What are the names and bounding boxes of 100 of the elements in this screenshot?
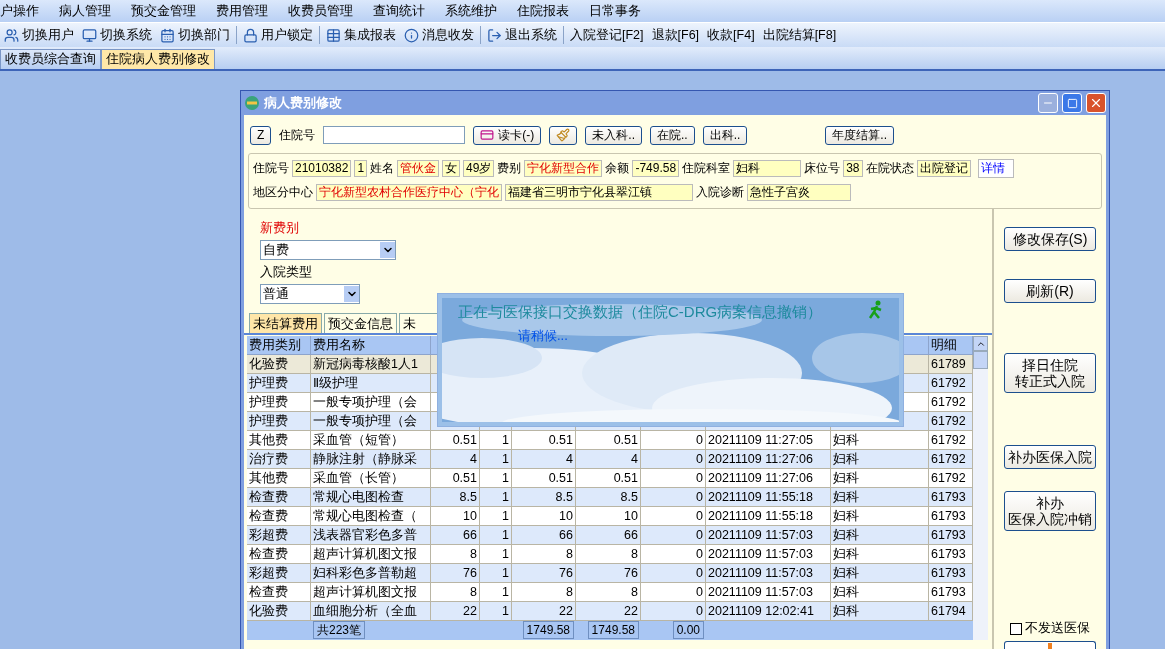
tab[interactable]: 预交金信息 [324, 313, 397, 333]
table-cell: 彩超费 [247, 564, 311, 583]
toolbar-button[interactable]: 消息收发 [400, 24, 478, 46]
value-field: 宁化新型农村合作医疗中心（宁化 [316, 184, 502, 201]
menu-item[interactable]: 住院报表 [507, 2, 579, 20]
table-cell: 采血管（长管） [311, 469, 431, 488]
table-cell: 20211109 11:57:03 [706, 545, 831, 564]
read-card-button[interactable]: 读卡(-) [473, 125, 542, 145]
filter-button[interactable]: 未入科.. [585, 125, 642, 145]
table-cell: 妇科 [831, 583, 929, 602]
toolbar-button[interactable]: 切换系统 [78, 24, 156, 46]
column-header[interactable]: 明细 [929, 336, 973, 355]
z-button[interactable]: Z [250, 125, 272, 145]
document-tab[interactable]: 住院病人费别修改 [101, 49, 215, 69]
toolbar-button[interactable]: 集成报表 [322, 24, 400, 46]
maximize-icon [1066, 97, 1078, 109]
table-cell: 检查费 [247, 545, 311, 564]
action-button[interactable]: 择日住院 转正式入院 [1004, 353, 1096, 393]
table-cell: 61792 [929, 374, 973, 393]
action-button[interactable]: 补办 医保入院冲销 [1004, 491, 1096, 531]
table-cell: 0 [641, 583, 706, 602]
filter-button[interactable]: 出科.. [702, 125, 748, 145]
table-cell: 0 [641, 450, 706, 469]
progress-message: 正在与医保接口交换数据（住院C-DRG病案信息撤销） [458, 303, 823, 322]
column-header[interactable]: 费用名称 [311, 336, 431, 355]
action-button[interactable]: 刷新(R) [1004, 279, 1096, 303]
value-field: 管伙金 [397, 160, 440, 177]
table-cell: 0.51 [431, 431, 480, 450]
details-link[interactable]: 详情 [977, 159, 1014, 178]
menu-item[interactable]: 日常事务 [579, 2, 651, 20]
column-header[interactable]: 费用类别 [247, 336, 311, 355]
table-cell: 妇科彩色多普勒超 [311, 564, 431, 583]
table-cell: 0 [641, 431, 706, 450]
value-field: 出院登记 [916, 160, 971, 177]
input-field[interactable] [323, 126, 466, 144]
table-cell: 1 [480, 488, 512, 507]
no-send-checkbox[interactable]: 不发送医保 [1010, 620, 1090, 637]
table-cell: 1 [480, 526, 512, 545]
table-cell: 20211109 11:27:06 [706, 469, 831, 488]
table-cell: 8 [431, 545, 480, 564]
menu-item[interactable]: 查询统计 [363, 2, 435, 20]
table-cell: 1 [480, 469, 512, 488]
field-label: 住院科室 [682, 160, 731, 177]
toolbar-button[interactable]: 收款[F4] [703, 24, 759, 46]
table-cell: 4 [431, 450, 480, 469]
toolbar-button[interactable]: 入院登记[F2] [566, 24, 648, 46]
menu-item[interactable]: 系统维护 [435, 2, 507, 20]
table-cell: 超声计算机图文报 [311, 545, 431, 564]
action-button[interactable]: 补办医保入院 [1004, 445, 1096, 469]
toolbar-button[interactable]: 退款[F6] [647, 24, 704, 46]
menu-item[interactable]: 病人管理 [49, 2, 121, 20]
table-cell: Ⅱ级护理 [311, 374, 431, 393]
menu-item[interactable]: 费用管理 [206, 2, 278, 20]
table-cell: 8 [512, 545, 576, 564]
calendar-icon [160, 27, 175, 43]
menu-item[interactable]: 预交金管理 [121, 2, 206, 20]
table-cell: 20211109 11:55:18 [706, 488, 831, 507]
maximize-button[interactable] [1062, 93, 1082, 113]
table-cell: 8 [576, 583, 641, 602]
table-cell: 化验费 [247, 602, 311, 621]
toolbar-button[interactable]: 出院结算[F8] [758, 24, 841, 46]
table-cell: 4 [512, 450, 576, 469]
brush-button[interactable] [549, 125, 578, 145]
exit-button[interactable] [1004, 641, 1096, 649]
filter-button[interactable]: 在院.. [650, 125, 695, 145]
menu-item[interactable]: 收费员管理 [278, 2, 363, 20]
close-button[interactable] [1086, 93, 1106, 113]
admission-type-select[interactable]: 普通 [260, 284, 360, 304]
toolbar-button[interactable]: 用户锁定 [239, 24, 317, 46]
card-icon [480, 128, 495, 142]
total-cell: 共223笔 [313, 621, 366, 639]
scrollbar[interactable] [973, 336, 988, 640]
table-cell: 0 [641, 507, 706, 526]
table-cell: 61792 [929, 469, 973, 488]
table-cell: 20211109 11:57:03 [706, 583, 831, 602]
toolbar-button[interactable]: 退出系统 [483, 24, 561, 46]
menu-item[interactable]: 户操作 [0, 2, 49, 20]
filter-button[interactable]: 年度结算.. [825, 125, 895, 145]
action-button[interactable]: 修改保存(S) [1004, 227, 1096, 251]
fee-type-select[interactable]: 自费 [260, 240, 396, 260]
value-field: 38 [843, 160, 863, 177]
scroll-thumb[interactable] [973, 351, 988, 369]
table-cell: 61794 [929, 602, 973, 621]
table-cell: 61792 [929, 450, 973, 469]
toolbar-button[interactable]: 切换用户 [0, 24, 78, 46]
table-cell: 1 [480, 450, 512, 469]
table-cell: 0 [641, 526, 706, 545]
field-label: 床位号 [804, 160, 841, 177]
field-label: 入院诊断 [696, 184, 744, 201]
table-cell: 妇科 [831, 602, 929, 621]
field-label: 在院状态 [865, 160, 914, 177]
value-field: 1 [354, 160, 368, 177]
table-cell: 0 [641, 469, 706, 488]
table-cell: 0.51 [512, 431, 576, 450]
users-icon [4, 27, 19, 43]
table-cell: 20211109 11:55:18 [706, 507, 831, 526]
tab[interactable]: 未结算费用 [249, 313, 322, 333]
field-label: 新费别 [260, 219, 299, 237]
toolbar-button[interactable]: 切换部门 [156, 24, 234, 46]
table-cell: 22 [512, 602, 576, 621]
